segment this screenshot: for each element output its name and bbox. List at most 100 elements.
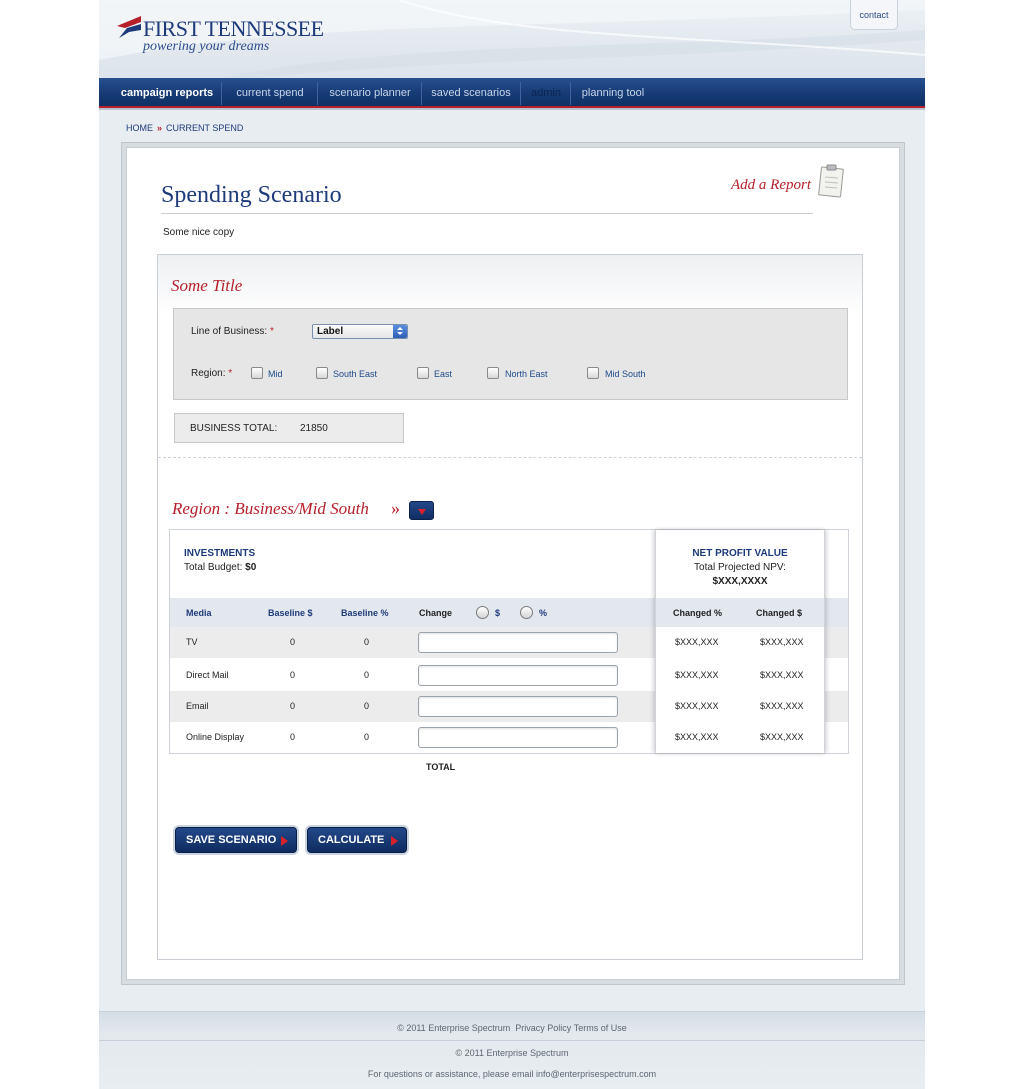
section-divider (158, 457, 862, 458)
logo-mark-icon (117, 16, 141, 38)
npv-header-row: Changed % Changed $ (656, 598, 824, 627)
cell-media: TV (186, 637, 198, 647)
site-wrapper: FIRST TENNESSEE powering your dreams con… (99, 0, 925, 1089)
nav-admin[interactable]: admin (522, 78, 570, 107)
region-checkbox-north-east[interactable] (487, 367, 499, 379)
change-percent-radio[interactable] (520, 606, 533, 619)
footer-copyright: © 2011 Enterprise Spectrum (397, 1023, 511, 1033)
cell-changed-pct: $XXX,XXX (675, 732, 719, 742)
region-checkbox-mid-south[interactable] (587, 367, 599, 379)
nav-scenario-planner[interactable]: scenario planner (319, 78, 421, 107)
nav-campaign-reports[interactable]: campaign reports (113, 78, 221, 107)
footer: © 2011 Enterprise Spectrum Privacy Polic… (99, 1011, 925, 1089)
privacy-policy-link[interactable]: Privacy Policy (515, 1023, 571, 1033)
nav-saved-scenarios[interactable]: saved scenarios (423, 78, 519, 107)
line-of-business-value: Label (317, 326, 344, 337)
nav-current-spend[interactable]: current spend (223, 78, 317, 107)
region-checkbox-south-east[interactable] (316, 367, 328, 379)
business-total-label: BUSINESS TOTAL: (190, 423, 278, 434)
change-input[interactable] (418, 696, 618, 717)
footer-divider (99, 1040, 925, 1041)
col-changed-dollar: Changed $ (756, 608, 803, 618)
region-label-north-east: North East (505, 369, 548, 379)
raquo-icon: » (391, 498, 400, 518)
cell-changed-pct: $XXX,XXX (675, 670, 719, 680)
logo-tagline: powering your dreams (143, 39, 270, 54)
content-area: Spending Scenario Add a Report Some nice… (126, 147, 900, 980)
region-label: Region: * (191, 368, 233, 379)
main-nav: campaign reports current spend scenario … (99, 78, 925, 110)
change-input[interactable] (418, 727, 618, 748)
line-of-business-select[interactable]: Label (312, 324, 408, 339)
change-input[interactable] (418, 665, 618, 686)
cell-changed-pct: $XXX,XXX (675, 637, 719, 647)
investments-heading: INVESTMENTS (184, 548, 256, 559)
section-title: Some Title (171, 276, 243, 295)
investment-table: INVESTMENTS Total Budget: $0 Media Basel… (169, 529, 849, 754)
cell-media: Direct Mail (186, 670, 229, 680)
footer-links: © 2011 Enterprise Spectrum Privacy Polic… (99, 1023, 925, 1033)
breadcrumb-current[interactable]: CURRENT SPEND (166, 123, 243, 133)
notepad-icon[interactable] (817, 164, 845, 198)
nav-separator (221, 82, 222, 105)
nav-separator (570, 82, 571, 105)
nav-separator (317, 82, 318, 105)
business-total-value: 21850 (300, 423, 328, 434)
cell-media: Online Display (186, 732, 245, 742)
business-total-box: BUSINESS TOTAL: 21850 (174, 413, 404, 443)
line-of-business-label: Line of Business: * (191, 326, 274, 337)
change-input[interactable] (418, 632, 618, 653)
scenario-panel: Some Title Line of Business: * Label Reg… (157, 254, 863, 960)
total-budget-value: $0 (245, 562, 257, 573)
intro-copy: Some nice copy (163, 227, 235, 238)
required-mark: * (228, 368, 233, 379)
footer-copyright-secondary: © 2011 Enterprise Spectrum (455, 1048, 569, 1058)
cell-baseline-pct: 0 (364, 732, 370, 742)
calculate-button[interactable]: CALCULATE (307, 827, 407, 853)
col-media: Media (186, 608, 212, 618)
cell-baseline-pct: 0 (364, 670, 370, 680)
page-title: Spending Scenario (161, 182, 342, 208)
title-divider (161, 213, 813, 214)
npv-value: $XXX,XXXX (712, 576, 768, 587)
region-checkbox-east[interactable] (417, 367, 429, 379)
col-baseline-pct: Baseline % (341, 608, 389, 618)
region-label-east: East (434, 369, 453, 379)
expand-toggle-button[interactable] (409, 501, 434, 520)
col-change: Change (419, 608, 453, 618)
cell-baseline-dollar: 0 (290, 732, 296, 742)
change-dollar-label: $ (495, 608, 501, 618)
arrow-right-icon (281, 836, 288, 846)
save-scenario-button[interactable]: SAVE SCENARIO (175, 827, 297, 853)
header: FIRST TENNESSEE powering your dreams con… (99, 0, 925, 78)
total-budget: Total Budget: $0 (184, 562, 257, 573)
breadcrumb-separator: » (157, 123, 163, 133)
region-checkbox-mid[interactable] (251, 367, 263, 379)
region-label-south-east: South East (333, 369, 378, 379)
change-percent-label: % (539, 608, 548, 618)
nav-separator (421, 82, 422, 105)
region-label-mid-south: Mid South (605, 369, 646, 379)
calculate-label: CALCULATE (318, 834, 385, 846)
logo[interactable]: FIRST TENNESSEE powering your dreams (117, 16, 324, 60)
change-dollar-radio[interactable] (476, 606, 489, 619)
region-label-mid: Mid (268, 369, 283, 379)
total-label: TOTAL (426, 762, 456, 772)
terms-of-use-link[interactable]: Terms of Use (574, 1023, 627, 1033)
breadcrumb-home[interactable]: HOME (126, 123, 153, 133)
select-arrows-icon (393, 325, 407, 338)
breadcrumb: HOME » CURRENT SPEND (126, 123, 243, 133)
nav-separator (520, 82, 521, 105)
nav-planning-tool[interactable]: planning tool (572, 78, 654, 107)
save-scenario-label: SAVE SCENARIO (186, 834, 277, 846)
cell-baseline-dollar: 0 (290, 670, 296, 680)
arrow-right-icon (391, 836, 398, 846)
npv-label: Total Projected NPV: (694, 562, 786, 573)
filters-box: Line of Business: * Label Region: * Mid … (173, 308, 848, 400)
col-changed-pct: Changed % (673, 608, 723, 618)
add-report-link[interactable]: Add a Report (731, 177, 811, 194)
footer-assistance[interactable]: For questions or assistance, please emai… (99, 1069, 925, 1079)
cell-changed-dollar: $XXX,XXX (760, 670, 804, 680)
cell-media: Email (186, 701, 209, 711)
contact-link[interactable]: contact (850, 0, 898, 30)
